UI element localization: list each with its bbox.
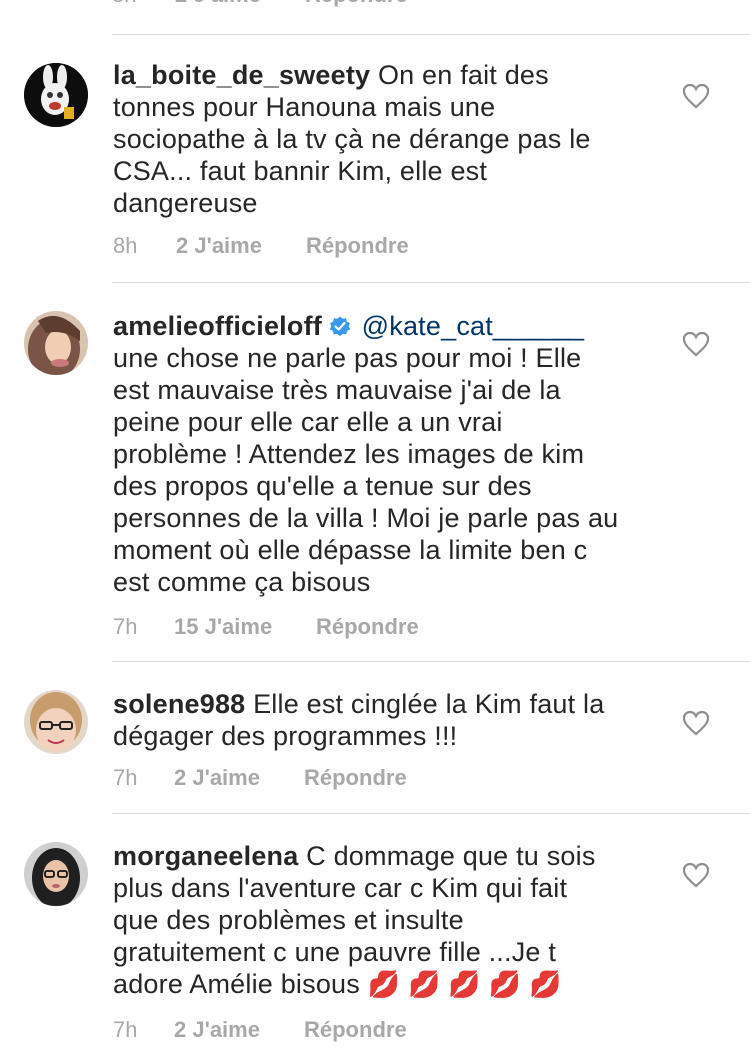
comment-line: gratuitement c une pauvre fille ...Je t (113, 937, 557, 967)
profile-photo (24, 690, 88, 754)
comment-text: solene988 Elle est cinglée la Kim faut l… (113, 688, 653, 752)
divider (112, 34, 750, 35)
heart-icon[interactable] (682, 331, 710, 357)
mention-link[interactable]: @kate_cat______ (362, 311, 585, 341)
comment-time: 8h (113, 233, 138, 258)
comment-time: 8h (112, 0, 136, 8)
comment-likes[interactable]: 2 J'aime (174, 1017, 260, 1043)
verified-badge-icon (329, 316, 351, 337)
comment-line: tonnes pour Hanouna mais une (113, 92, 496, 122)
comment-text: la_boite_de_sweety On en fait des tonnes… (113, 59, 653, 219)
comment-line: problème ! Attendez les images de kim (113, 439, 585, 469)
comment-line: C dommage que tu sois (306, 841, 596, 871)
rabbid-avatar-image (24, 63, 88, 127)
comment-text: amelieofficieloff @kate_cat______ une ch… (113, 310, 653, 598)
reply-button[interactable]: Répondre (304, 765, 407, 791)
divider (112, 661, 750, 662)
comment-line: adore Amélie bisous (113, 969, 360, 999)
comment-line: sociopathe à la tv çà ne dérange pas le (113, 124, 591, 154)
comment-line: moment où elle dépasse la limite ben c (113, 535, 588, 565)
reply-button[interactable]: Répondre (305, 0, 408, 8)
comment-time: 7h (113, 765, 138, 790)
comment-likes[interactable]: 2 J'aime (176, 233, 262, 259)
divider (112, 282, 750, 283)
heart-icon[interactable] (682, 710, 710, 736)
comment-likes[interactable]: 15 J'aime (174, 614, 272, 640)
comment-line: que des problèmes et insulte (113, 905, 464, 935)
username-link[interactable]: solene988 (113, 689, 245, 719)
comment-line: dégager des programmes !!! (113, 721, 458, 751)
avatar[interactable] (24, 311, 88, 375)
avatar[interactable] (24, 63, 88, 127)
kiss-emoji: 💋💋💋💋💋 (367, 969, 570, 999)
comment-likes[interactable]: 2 J'aime (175, 0, 261, 8)
username-link[interactable]: la_boite_de_sweety (113, 60, 370, 90)
heart-icon[interactable] (682, 862, 710, 888)
comment-line: une chose ne parle pas pour moi ! Elle (113, 343, 582, 373)
comment-line: des propos qu'elle a tenue sur des (113, 471, 532, 501)
comment-time: 7h (113, 614, 138, 639)
profile-photo (24, 842, 88, 906)
comment-time: 7h (113, 1017, 138, 1042)
comment-line: On en fait des (377, 60, 549, 90)
comment-line: peine pour elle car elle a un vrai (113, 407, 503, 437)
comment-line: est mauvaise très mauvaise j'ai de la (113, 375, 561, 405)
comment-line: dangereuse (113, 188, 258, 218)
comment-line: est comme ça bisous (113, 567, 371, 597)
comment-line: CSA... faut bannir Kim, elle est (113, 156, 488, 186)
comment-line: plus dans l'aventure car c Kim qui fait (113, 873, 568, 903)
comment-line: personnes de la villa ! Moi je parle pas… (113, 503, 619, 533)
divider (112, 813, 750, 814)
reply-button[interactable]: Répondre (306, 233, 409, 259)
username-link[interactable]: morganeelena (113, 841, 298, 871)
profile-photo (24, 311, 88, 375)
reply-button[interactable]: Répondre (304, 1017, 407, 1043)
heart-icon[interactable] (682, 83, 710, 109)
comment-likes[interactable]: 2 J'aime (174, 765, 260, 791)
comment-text: morganeelena C dommage que tu sois plus … (113, 840, 653, 1000)
avatar[interactable] (24, 842, 88, 906)
avatar[interactable] (24, 690, 88, 754)
reply-button[interactable]: Répondre (316, 614, 419, 640)
username-link[interactable]: amelieofficieloff (113, 311, 322, 341)
comment-line: Elle est cinglée la Kim faut la (253, 689, 605, 719)
